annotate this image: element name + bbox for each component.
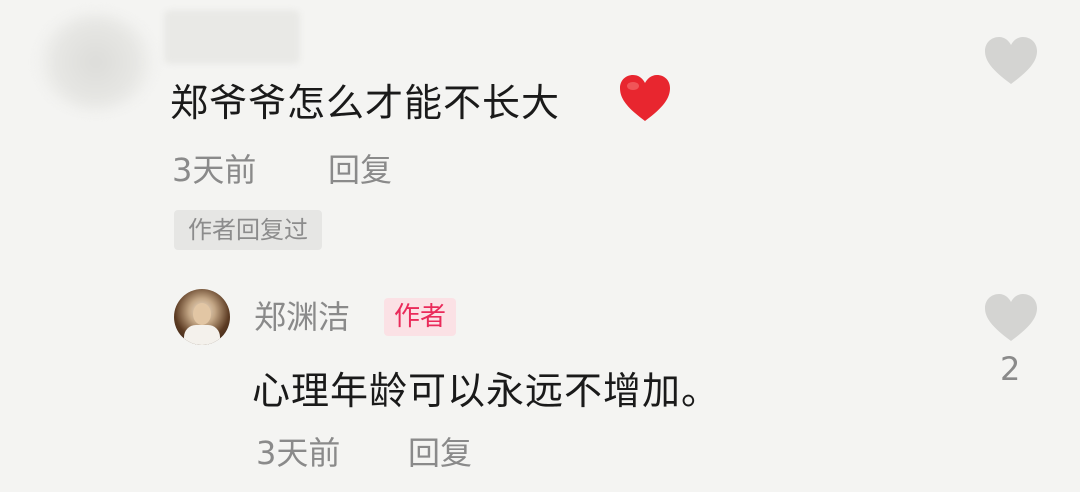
red-heart-emoji-icon: [620, 75, 670, 121]
comment-timestamp: 3天前: [172, 151, 257, 189]
like-heart-icon[interactable]: [983, 36, 1039, 86]
author-replied-tag[interactable]: 作者回复过: [174, 210, 322, 250]
reply-text: 心理年龄可以永远不增加。: [252, 369, 721, 413]
reply-timestamp: 3天前: [256, 434, 341, 472]
reply-button[interactable]: 回复: [328, 145, 392, 191]
like-count: 2: [1000, 350, 1021, 388]
like-heart-icon[interactable]: [983, 293, 1039, 343]
commenter-avatar-blurred[interactable]: [40, 14, 152, 110]
comment-text: 郑爷爷怎么才能不长大: [170, 81, 561, 125]
commenter-name-blurred[interactable]: [164, 10, 300, 64]
author-name[interactable]: 郑渊洁: [254, 292, 350, 338]
author-badge: 作者: [384, 298, 457, 336]
reply-button[interactable]: 回复: [408, 428, 472, 474]
author-avatar[interactable]: [174, 289, 230, 345]
